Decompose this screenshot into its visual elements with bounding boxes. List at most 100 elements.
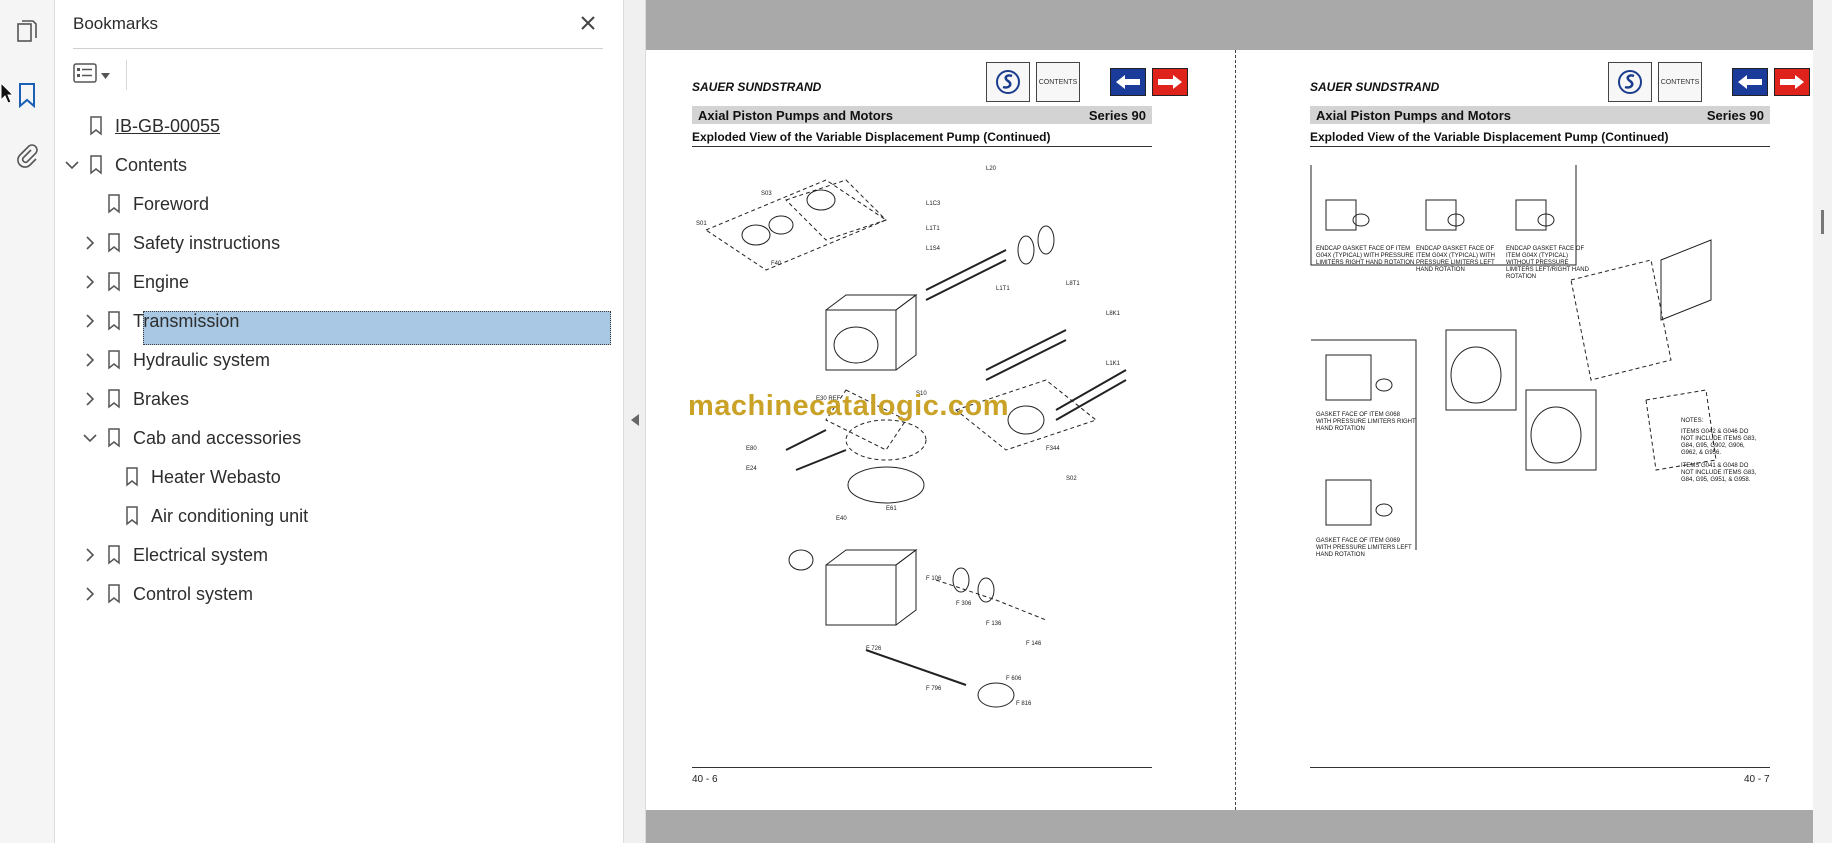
page-subtitle: Exploded View of the Variable Displaceme… [692, 130, 1152, 147]
chevron-right-icon[interactable] [81, 273, 99, 291]
bookmark-label: Foreword [133, 193, 210, 214]
panel-title: Bookmarks [73, 14, 159, 33]
chevron-right-icon[interactable] [81, 390, 99, 408]
chevron-down-icon [101, 66, 110, 84]
brand-logo: SAUER SUNDSTRAND [1310, 80, 1439, 94]
chevron-down-icon[interactable] [63, 156, 81, 174]
bookmark-item[interactable]: Safety instructions [81, 225, 595, 261]
chevron-right-icon[interactable] [81, 312, 99, 330]
chevron-right-icon[interactable] [81, 351, 99, 369]
bookmark-item[interactable]: Hydraulic system [81, 342, 595, 378]
next-page-arrow-icon[interactable] [1774, 68, 1810, 96]
page-number-right: 40 - 7 [1744, 774, 1770, 785]
bookmark-item[interactable]: Engine [81, 264, 595, 300]
document-viewer[interactable]: SAUER SUNDSTRAND CONTENTS Axial Piston P… [646, 0, 1832, 843]
svg-text:L1T1: L1T1 [996, 286, 1010, 292]
sundstrand-logo-icon[interactable] [986, 62, 1030, 102]
brand-logo: SAUER SUNDSTRAND [692, 80, 821, 94]
svg-text:F 606: F 606 [1006, 676, 1022, 682]
svg-text:F 796: F 796 [926, 686, 942, 692]
chevron-down-icon[interactable] [81, 429, 99, 447]
bookmark-label: IB-GB-00055 [115, 115, 221, 136]
toolbar-separator [126, 60, 127, 90]
bookmark-label: Cab and accessories [133, 427, 302, 448]
svg-text:E80: E80 [746, 446, 757, 452]
bookmark-item[interactable]: Electrical system [81, 537, 595, 573]
caption-2: ENDCAP GASKET FACE OF ITEM G04X (TYPICAL… [1416, 246, 1496, 273]
bookmark-item[interactable]: Air conditioning unit [99, 498, 595, 534]
brand-text: SAUER SUNDSTRAND [1310, 80, 1440, 94]
document-page-left: SAUER SUNDSTRAND CONTENTS Axial Piston P… [646, 50, 1236, 810]
sundstrand-logo-icon[interactable] [1608, 62, 1652, 102]
caption-1: ENDCAP GASKET FACE OF ITEM G04X (TYPICAL… [1316, 246, 1415, 266]
previous-page-arrow-icon[interactable] [1732, 68, 1768, 96]
svg-text:E40: E40 [836, 516, 847, 522]
svg-text:F 726: F 726 [866, 646, 882, 652]
options-icon [73, 62, 97, 88]
bookmark-item[interactable]: Heater Webasto [99, 459, 595, 495]
svg-text:L20: L20 [986, 166, 997, 172]
previous-page-arrow-icon[interactable] [1110, 68, 1146, 96]
bookmark-item[interactable]: Cab and accessories [81, 420, 595, 456]
contents-label: CONTENTS [1660, 78, 1700, 86]
pages-icon[interactable] [10, 14, 44, 48]
collapse-arrow-icon [630, 413, 639, 431]
bookmark-icon [87, 115, 105, 137]
bookmarks-panel: Bookmarks IB-GB-00055 Contents Foreword Saf… [55, 0, 624, 843]
bookmark-label: Control system [133, 583, 254, 604]
header-left-text: Axial Piston Pumps and Motors [698, 107, 894, 123]
options-button[interactable] [73, 62, 123, 88]
bookmark-icon [105, 232, 123, 254]
contents-book-icon[interactable]: CONTENTS [1036, 62, 1080, 102]
page-subtitle: Exploded View of the Variable Displaceme… [1310, 130, 1770, 147]
bookmark-item[interactable]: Brakes [81, 381, 595, 417]
vertical-scrollbar[interactable] [1813, 0, 1832, 843]
document-page-right: SAUER SUNDSTRAND CONTENTS Axial Piston P… [1236, 50, 1813, 810]
endcap-diagram [1310, 165, 1717, 550]
svg-text:F 146: F 146 [1026, 641, 1042, 647]
bookmark-item[interactable]: IB-GB-00055 [63, 108, 595, 144]
scrollbar-thumb[interactable] [1821, 210, 1824, 234]
bookmark-icon [123, 505, 141, 527]
bookmark-label: Hydraulic system [133, 349, 271, 370]
panel-divider [73, 48, 603, 49]
bookmark-item[interactable]: Foreword [81, 186, 595, 222]
chevron-right-icon[interactable] [81, 546, 99, 564]
viewer-bottom-area [646, 810, 1813, 843]
header-right-text: Series 90 [1088, 107, 1146, 123]
notes-block: NOTES: ITEMS G042 & G046 DO NOT INCLUDE … [1681, 418, 1761, 484]
chevron-right-icon[interactable] [81, 234, 99, 252]
page-number-left: 40 - 6 [692, 774, 718, 785]
next-page-arrow-icon[interactable] [1152, 68, 1188, 96]
bookmark-icon [105, 427, 123, 449]
panel-collapse-handle[interactable] [624, 0, 646, 843]
bookmark-icon[interactable] [10, 78, 44, 112]
svg-text:L1S4: L1S4 [926, 246, 941, 252]
contents-book-icon[interactable]: CONTENTS [1658, 62, 1702, 102]
close-icon[interactable] [575, 10, 601, 36]
bookmark-item[interactable]: Contents [63, 147, 595, 183]
chevron-right-icon[interactable] [81, 585, 99, 603]
tool-rail [0, 0, 55, 843]
bookmark-label: Brakes [133, 388, 190, 409]
page-nav-icons: CONTENTS [986, 62, 1188, 102]
bookmark-icon [105, 310, 123, 332]
brand-text: SAUER SUNDSTRAND [692, 80, 822, 94]
bookmark-label: Heater Webasto [151, 466, 281, 487]
note-1: ITEMS G042 & G046 DO NOT INCLUDE ITEMS G… [1681, 429, 1757, 456]
svg-text:E61: E61 [886, 506, 897, 512]
bookmark-label: Contents [115, 154, 188, 175]
attachment-icon[interactable] [10, 138, 44, 172]
bookmark-icon [105, 349, 123, 371]
bookmark-label: Safety instructions [133, 232, 281, 253]
contents-label: CONTENTS [1038, 78, 1078, 86]
page-nav-icons: CONTENTS [1608, 62, 1810, 102]
bookmark-icon [105, 544, 123, 566]
header-left-text: Axial Piston Pumps and Motors [1316, 107, 1512, 123]
watermark-text: machinecatalogic.com [688, 390, 1010, 422]
bookmark-item[interactable]: Control system [81, 576, 595, 612]
bookmark-item[interactable]: Transmission [81, 303, 595, 339]
svg-text:S03: S03 [761, 191, 772, 197]
